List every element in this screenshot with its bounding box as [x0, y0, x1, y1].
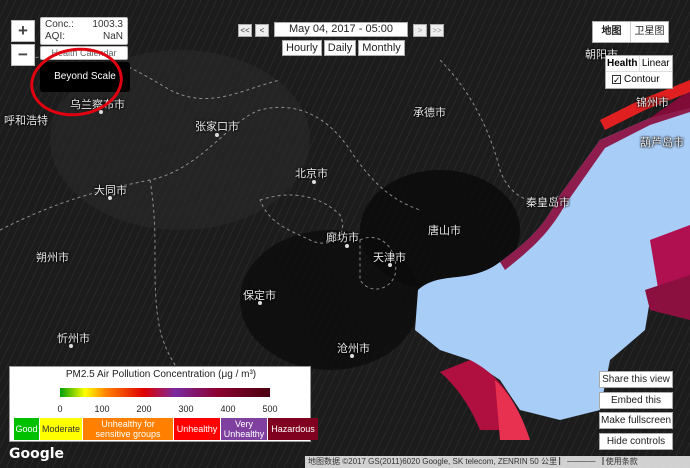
legend-category: Very Unhealthy	[221, 418, 267, 440]
place-label: 北京市	[295, 167, 328, 180]
conc-value: 1003.3	[92, 19, 123, 30]
place-label: 廊坊市	[326, 231, 359, 244]
concentration-readout: Conc.: 1003.3 AQI: NaN	[40, 17, 128, 45]
conc-label: Conc.:	[45, 19, 74, 30]
legend-category: Good	[14, 418, 39, 440]
place-label: 秦皇岛市	[526, 196, 570, 209]
scale-toggle-panel: Health Linear Contour	[605, 55, 673, 89]
place-label: 锦州市	[636, 96, 669, 109]
tab-daily[interactable]: Daily	[323, 40, 357, 56]
legend-category: Unhealthy	[174, 418, 220, 440]
fullscreen-button[interactable]: Make fullscreen	[599, 412, 673, 429]
aqi-value: NaN	[102, 31, 123, 42]
embed-view-button[interactable]: Embed this view	[599, 392, 673, 421]
date-display[interactable]: May 04, 2017 - 05:00 (UTC)	[274, 22, 408, 48]
aqi-label: AQI:	[45, 31, 66, 42]
contour-label: Contour	[624, 74, 660, 85]
legend-tick: 500	[262, 404, 278, 414]
place-label: 忻州市	[57, 332, 90, 345]
legend-tick: 0	[57, 404, 63, 414]
next-time-button[interactable]: >	[413, 24, 427, 37]
legend-tick: 100	[94, 404, 110, 414]
legend-color-bar	[60, 388, 270, 397]
zoom-out-button[interactable]: −	[11, 44, 35, 66]
tab-monthly[interactable]: Monthly	[358, 40, 405, 56]
legend-tick: 200	[136, 404, 152, 414]
hide-controls-button[interactable]: Hide controls	[599, 433, 673, 450]
map-type-satellite[interactable]: 卫星图像	[631, 22, 668, 57]
place-label: 张家口市	[195, 120, 239, 133]
city-marker	[345, 244, 349, 248]
legend-tick: 300	[178, 404, 194, 414]
zoom-in-button[interactable]: +	[11, 20, 35, 42]
legend-category: Unhealthy for sensitive groups	[83, 418, 173, 440]
place-label: 承德市	[413, 106, 446, 119]
legend-category: Hazardous	[268, 418, 318, 440]
place-label: 朔州市	[36, 251, 69, 264]
map-attribution[interactable]: 地图数据 ©2017 GS(2011)6020 Google, SK telec…	[305, 456, 690, 468]
place-label: 葫芦岛市	[640, 136, 684, 149]
city-marker	[69, 344, 73, 348]
prev-time-button[interactable]: <	[255, 24, 269, 37]
legend-tick: 400	[220, 404, 236, 414]
health-scale-button[interactable]: Health	[606, 56, 640, 71]
share-view-button[interactable]: Share this view	[599, 371, 673, 388]
contour-toggle[interactable]: Contour	[606, 72, 672, 88]
place-label: 唐山市	[428, 224, 461, 237]
city-marker	[388, 263, 392, 267]
linear-scale-button[interactable]: Linear	[640, 56, 673, 71]
city-marker	[99, 110, 103, 114]
first-time-button[interactable]: <<	[238, 24, 252, 37]
city-marker	[312, 180, 316, 184]
legend-category: Moderate	[40, 418, 82, 440]
last-time-button[interactable]: >>	[430, 24, 444, 37]
city-marker	[108, 196, 112, 200]
place-label: 沧州市	[337, 342, 370, 355]
city-marker	[215, 133, 219, 137]
zoom-control: + −	[11, 20, 35, 68]
place-label: 呼和浩特	[4, 114, 48, 127]
time-scale-tabs: Hourly Daily Monthly	[282, 40, 405, 56]
legend: PM2.5 Air Pollution Concentration (μg / …	[9, 366, 318, 442]
contour-checkbox[interactable]	[612, 72, 621, 88]
city-marker	[350, 354, 354, 358]
tab-hourly[interactable]: Hourly	[282, 40, 322, 56]
map-type-control: 地图 卫星图像	[592, 21, 669, 57]
google-logo: Google	[9, 446, 65, 462]
city-marker	[258, 301, 262, 305]
legend-title: PM2.5 Air Pollution Concentration (μg / …	[65, 369, 257, 380]
map-type-map[interactable]: 地图	[593, 22, 631, 42]
